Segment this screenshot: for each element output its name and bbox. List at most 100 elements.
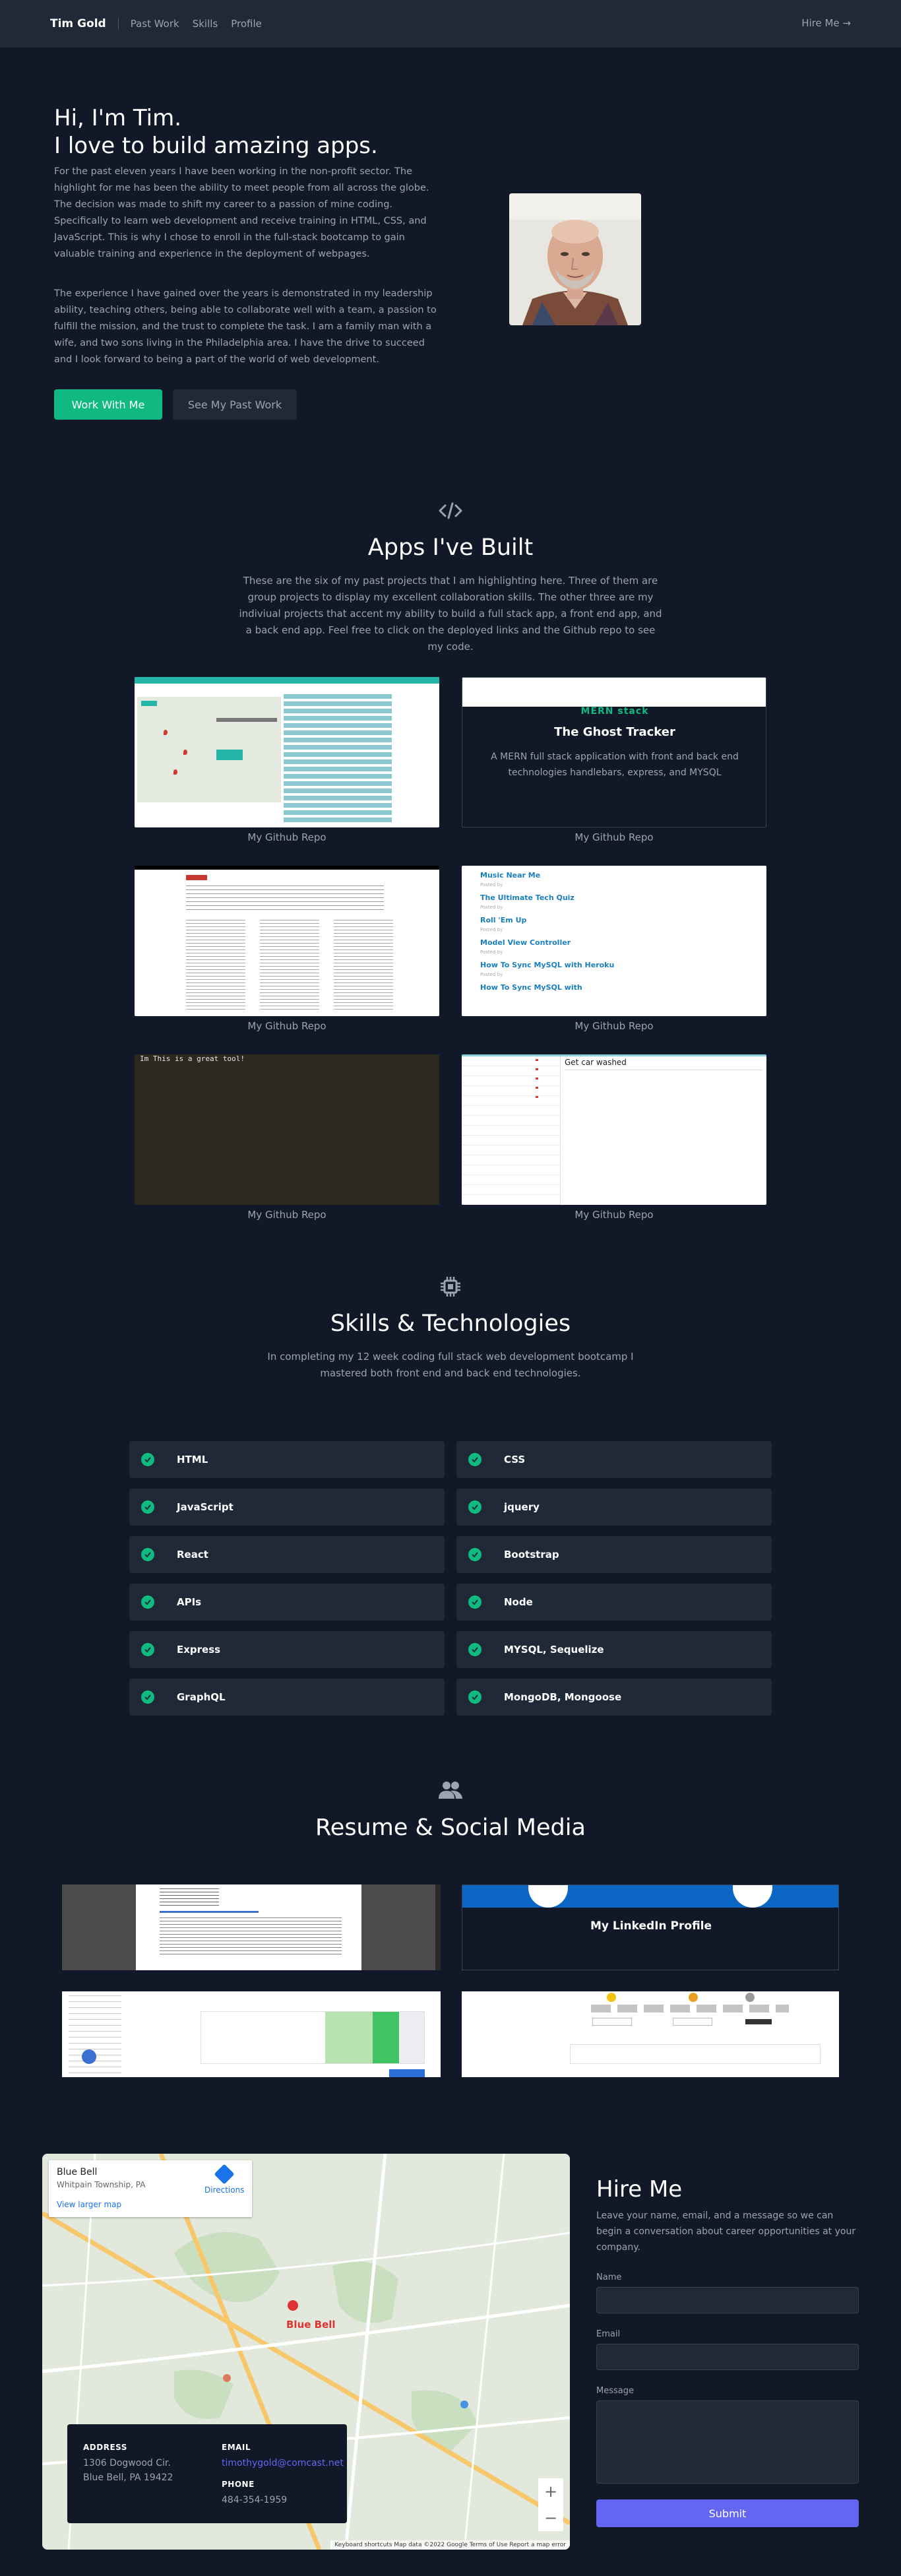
name-label: Name xyxy=(596,2272,622,2282)
map-zoom-controls: + − xyxy=(538,2478,563,2531)
check-circle-icon xyxy=(468,1643,482,1656)
check-circle-icon xyxy=(141,1595,154,1609)
phone-number: 484-354-1959 xyxy=(222,2495,288,2505)
directions-button[interactable]: Directions xyxy=(204,2164,244,2195)
skill-item: APIs xyxy=(129,1584,445,1621)
address-heading: ADDRESS xyxy=(83,2443,127,2452)
check-circle-icon xyxy=(141,1643,154,1656)
map-footer: Keyboard shortcuts Map data ©2022 Google… xyxy=(330,2540,570,2550)
ghost-tracker-tag: MERN stack xyxy=(580,706,649,717)
contribution-graph xyxy=(201,2011,425,2064)
skill-item: CSS xyxy=(456,1441,772,1478)
directions-icon xyxy=(214,2164,235,2185)
check-circle-icon xyxy=(141,1453,154,1466)
github-repo-link-3[interactable]: My Github Repo xyxy=(135,1020,439,1032)
top-nav: Tim Gold Past Work Skills Profile Hire M… xyxy=(0,0,901,48)
hero-paragraph-2: The experience I have gained over the ye… xyxy=(54,288,437,365)
skill-item: jquery xyxy=(456,1489,772,1526)
project-thumbnail-4[interactable]: Music Near Me Posted by The Ultimate Tec… xyxy=(462,866,766,1016)
nav-link-skills[interactable]: Skills xyxy=(193,18,218,30)
location-map[interactable]: Blue Bell Whitpain Township, PA View lar… xyxy=(42,2154,570,2550)
project-thumbnail-3[interactable] xyxy=(135,866,439,1016)
todo-sidebar xyxy=(462,1056,561,1205)
see-past-work-button[interactable]: See My Past Work xyxy=(173,389,297,420)
work-with-me-button[interactable]: Work With Me xyxy=(54,389,162,420)
brand-logo[interactable]: Tim Gold xyxy=(50,17,106,30)
nav-hire-me-link[interactable]: Hire Me → xyxy=(801,17,851,29)
hero-paragraph-1: For the past eleven years I have been wo… xyxy=(54,166,429,259)
map-town-label: Blue Bell xyxy=(286,2319,336,2331)
check-circle-icon xyxy=(468,1453,482,1466)
project-thumbnail-2[interactable]: MERN stack The Ghost Tracker A MERN full… xyxy=(462,677,766,827)
profile-photo-image xyxy=(509,193,641,325)
skills-section-subtitle: In completing my 12 week coding full sta… xyxy=(267,1351,634,1379)
github-followers-thumbnail[interactable] xyxy=(462,1991,839,2077)
skill-item: Node xyxy=(456,1584,772,1621)
project-thumbnail-1[interactable] xyxy=(135,677,439,827)
nav-link-profile[interactable]: Profile xyxy=(231,18,262,30)
skill-item: Bootstrap xyxy=(456,1536,772,1573)
email-link[interactable]: timothygold@comcast.net xyxy=(222,2456,344,2470)
resume-thumbnail[interactable] xyxy=(62,1884,441,1970)
check-circle-icon xyxy=(468,1595,482,1609)
users-icon xyxy=(439,1782,462,1799)
skill-item: React xyxy=(129,1536,445,1573)
ghost-tracker-title: The Ghost Tracker xyxy=(554,725,675,739)
github-repo-link-2[interactable]: My Github Repo xyxy=(462,831,766,843)
phone-heading: PHONE xyxy=(222,2480,255,2489)
ghost-tracker-desc: A MERN full stack application with front… xyxy=(491,752,739,778)
apps-section-subtitle: These are the six of my past projects th… xyxy=(239,575,662,653)
view-larger-map-link[interactable]: View larger map xyxy=(57,2200,244,2209)
check-circle-icon xyxy=(468,1690,482,1704)
skill-item: MongoDB, Mongoose xyxy=(456,1679,772,1716)
address-line-1: 1306 Dogwood Cir. xyxy=(83,2458,171,2468)
skills-section-title: Skills & Technologies xyxy=(330,1310,571,1337)
chip-icon xyxy=(441,1277,460,1297)
github-repo-link-5[interactable]: My Github Repo xyxy=(135,1209,439,1221)
blog-post-list: Music Near Me Posted by The Ultimate Tec… xyxy=(480,871,615,992)
email-heading: EMAIL xyxy=(222,2443,251,2452)
map-preview xyxy=(137,697,281,802)
check-circle-icon xyxy=(141,1548,154,1561)
project-thumbnail-6[interactable]: Get car washed xyxy=(462,1054,766,1205)
nav-links: Past Work Skills Profile xyxy=(117,18,275,30)
zoom-in-button[interactable]: + xyxy=(538,2478,563,2505)
message-label: Message xyxy=(596,2386,634,2396)
email-input[interactable] xyxy=(596,2344,859,2370)
resume-section-title: Resume & Social Media xyxy=(315,1815,586,1841)
hire-me-description: Leave your name, email, and a message so… xyxy=(596,2210,856,2253)
skill-item: Express xyxy=(129,1631,445,1668)
hire-me-title: Hire Me xyxy=(596,2176,683,2203)
apps-section-title: Apps I've Built xyxy=(367,534,534,561)
check-circle-icon xyxy=(468,1548,482,1561)
github-repo-link-1[interactable]: My Github Repo xyxy=(135,831,439,843)
message-textarea[interactable] xyxy=(596,2400,859,2484)
name-input[interactable] xyxy=(596,2287,859,2313)
zoom-out-button[interactable]: − xyxy=(538,2505,563,2531)
github-profile-thumbnail[interactable] xyxy=(62,1991,441,2077)
submit-button[interactable]: Submit xyxy=(596,2499,859,2527)
skill-item: MYSQL, Sequelize xyxy=(456,1631,772,1668)
project-thumbnail-5[interactable]: Im This is a great tool! xyxy=(135,1054,439,1205)
terminal-text: Im This is a great tool! xyxy=(140,1054,245,1063)
github-repo-link-6[interactable]: My Github Repo xyxy=(462,1209,766,1221)
skill-item: JavaScript xyxy=(129,1489,445,1526)
skill-item: GraphQL xyxy=(129,1679,445,1716)
profile-photo xyxy=(509,193,641,325)
todo-item: Get car washed xyxy=(565,1058,627,1067)
check-circle-icon xyxy=(141,1500,154,1514)
nav-link-past-work[interactable]: Past Work xyxy=(131,18,179,30)
hero-title: Hi, I'm Tim. I love to build amazing app… xyxy=(54,105,378,159)
address-line-2: Blue Bell, PA 19422 xyxy=(83,2472,173,2483)
skill-item: HTML xyxy=(129,1441,445,1478)
contact-info-card: ADDRESS 1306 Dogwood Cir. Blue Bell, PA … xyxy=(67,2424,347,2523)
result-list xyxy=(284,694,392,823)
linkedin-card[interactable]: My LinkedIn Profile xyxy=(462,1884,839,1970)
check-circle-icon xyxy=(141,1690,154,1704)
code-icon xyxy=(439,502,462,519)
email-label: Email xyxy=(596,2329,621,2339)
check-circle-icon xyxy=(468,1500,482,1514)
github-repo-link-4[interactable]: My Github Repo xyxy=(462,1020,766,1032)
linkedin-profile-label: My LinkedIn Profile xyxy=(590,1919,712,1933)
map-place-card: Blue Bell Whitpain Township, PA View lar… xyxy=(49,2160,252,2217)
